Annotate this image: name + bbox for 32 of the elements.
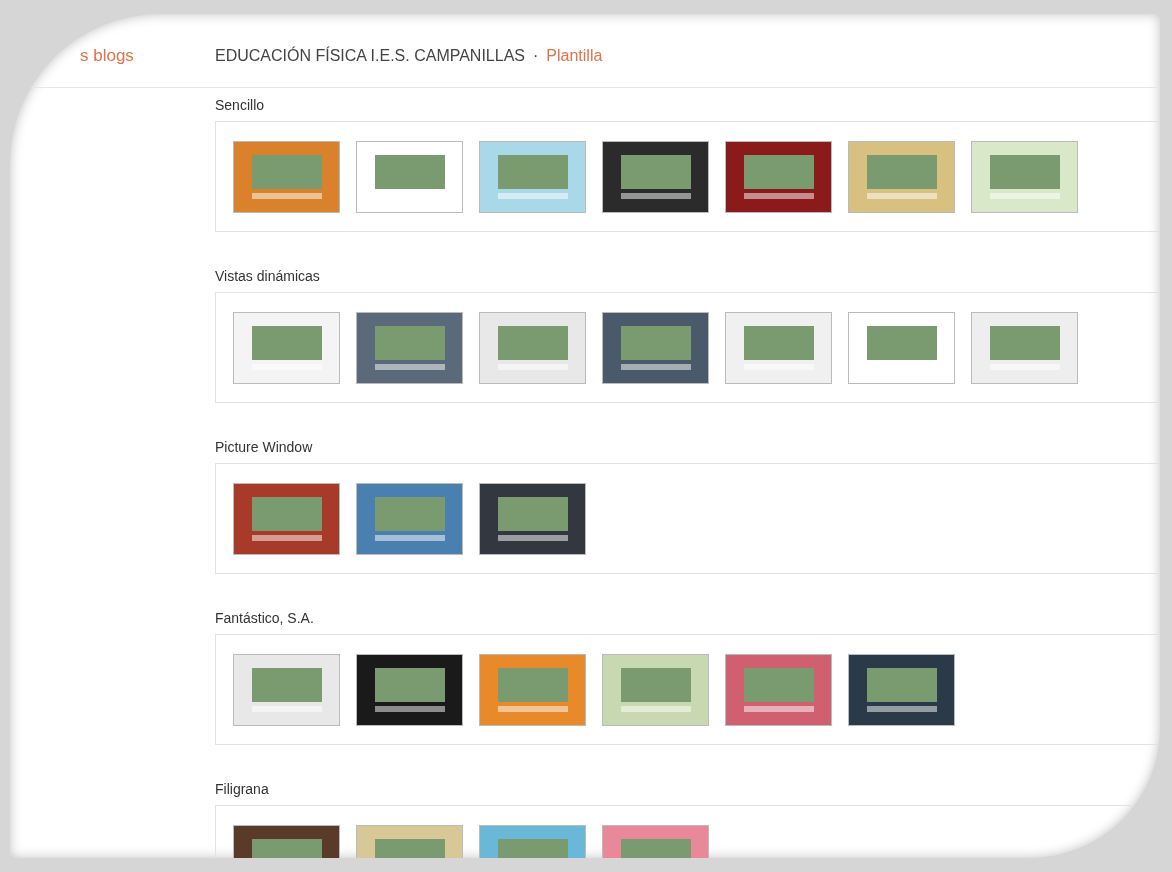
blog-title: EDUCACIÓN FÍSICA I.E.S. CAMPANILLAS: [215, 45, 525, 66]
template-thumbnail[interactable]: [356, 653, 463, 726]
template-thumbnail[interactable]: [848, 653, 955, 726]
template-thumbnail[interactable]: [479, 653, 586, 726]
template-thumbnail[interactable]: [971, 311, 1078, 384]
page-title: Plantilla: [546, 45, 603, 66]
template-thumbnail[interactable]: [356, 140, 463, 213]
template-thumbnail[interactable]: [848, 140, 955, 213]
template-thumbnail[interactable]: [725, 311, 832, 384]
template-thumbnail[interactable]: [602, 140, 709, 213]
template-thumbnail[interactable]: [356, 311, 463, 384]
section-title: Sencillo: [215, 96, 266, 115]
template-thumbnail[interactable]: [233, 311, 340, 384]
template-thumbnail[interactable]: [233, 140, 340, 213]
section-title: Vistas dinámicas: [215, 267, 321, 286]
template-thumbnail[interactable]: [848, 311, 955, 384]
template-thumbnail[interactable]: [233, 482, 340, 555]
template-thumbnail[interactable]: [602, 311, 709, 384]
template-thumbnail[interactable]: [233, 653, 340, 726]
template-thumbnail[interactable]: [479, 311, 586, 384]
separator-dot: ·: [533, 45, 539, 66]
template-thumbnail[interactable]: [479, 140, 586, 213]
section-title: Picture Window: [215, 438, 314, 457]
template-thumbnail[interactable]: [725, 653, 832, 726]
template-thumbnail[interactable]: [971, 140, 1078, 213]
section-title: Fantástico, S.A.: [215, 609, 315, 628]
section-title: Filigrana: [215, 780, 270, 799]
template-thumbnail[interactable]: [356, 482, 463, 555]
template-thumbnail[interactable]: [602, 653, 709, 726]
back-link[interactable]: s blogs: [80, 45, 134, 65]
template-thumbnail[interactable]: [725, 140, 832, 213]
template-thumbnail[interactable]: [479, 482, 586, 555]
